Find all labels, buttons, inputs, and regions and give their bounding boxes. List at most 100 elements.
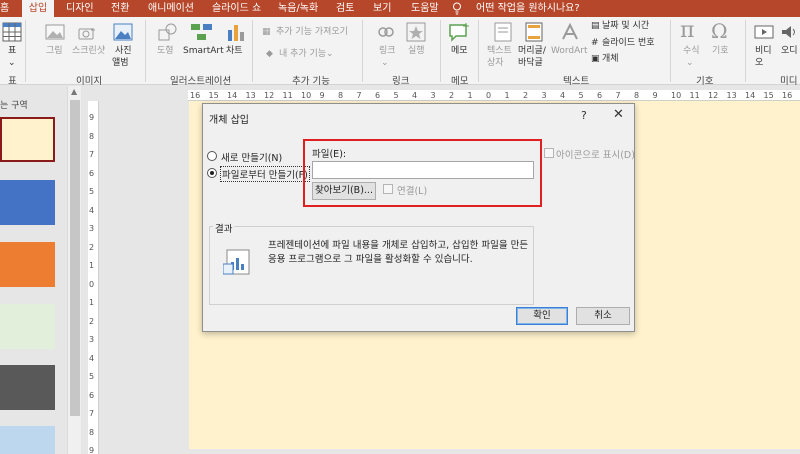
slide-thumbnail[interactable]	[0, 365, 55, 410]
radio-create-from-file-label[interactable]: 파일로부터 만들기(F)	[220, 166, 310, 182]
tab-home[interactable]: 홈	[0, 0, 18, 17]
ruler-tick-label: 8	[338, 91, 344, 100]
action-icon[interactable]	[406, 22, 426, 42]
tab-review[interactable]: 검토	[336, 0, 354, 17]
ruler-tick-label: 10	[671, 91, 682, 100]
my-addins-button[interactable]: 내 추가 기능	[279, 49, 326, 60]
ruler-tick-label: 1	[467, 91, 473, 100]
slide-number-button[interactable]: 슬라이드 번호	[602, 38, 655, 49]
tab-insert[interactable]: 삽입	[22, 0, 54, 17]
ruler-tick-label: 0	[486, 91, 492, 100]
radio-create-new-label[interactable]: 새로 만들기(N)	[221, 150, 282, 164]
slide-thumbnail[interactable]	[0, 117, 55, 162]
smartart-button[interactable]: SmartArt	[183, 46, 224, 57]
ruler-tick-label: 8	[89, 427, 95, 437]
tab-design[interactable]: 디자인	[66, 0, 94, 17]
object-button[interactable]: 개체	[602, 54, 619, 65]
slide-number-icon: #	[591, 38, 599, 48]
radio-create-from-file[interactable]	[207, 168, 217, 178]
header-footer-button-line2: 바닥글	[518, 58, 543, 68]
group-label-links: 링크	[392, 76, 410, 87]
shapes-icon[interactable]	[158, 23, 178, 41]
addin-icon: ◆	[266, 49, 273, 59]
ruler-tick-label: 9	[89, 446, 95, 454]
horizontal-ruler: 16 15 14 13 12 11 10 9 8 7 6 5 4 3 2 1 0 1 2 3 4 5 6 7 8 9 10 11 12 1…	[188, 90, 800, 101]
action-button[interactable]: 실행	[408, 46, 425, 57]
ruler-tick-label: 2	[89, 316, 95, 326]
link-button[interactable]: 링크	[379, 46, 396, 57]
wordart-button[interactable]: WordArt	[551, 46, 588, 57]
cancel-button[interactable]: 취소	[576, 307, 630, 325]
slide-thumbnail-panel: 는 구역	[0, 86, 67, 454]
comment-icon[interactable]	[448, 22, 470, 42]
ruler-tick-label: 8	[634, 91, 640, 100]
wordart-icon[interactable]	[560, 22, 580, 42]
group-label-illustrations: 일러스트레이션	[170, 76, 232, 87]
header-footer-button[interactable]: 머리글/	[518, 46, 546, 57]
dialog-title: 개체 삽입	[209, 115, 249, 126]
tab-slideshow[interactable]: 슬라이드 쇼	[212, 0, 261, 17]
ribbon: 표 ⌄ 표 그림 스크린샷 사진 앨범 이미지 도형 SmartArt 차트 일…	[0, 17, 800, 87]
display-as-icon-checkbox[interactable]	[544, 148, 554, 158]
ruler-tick-label: 0	[89, 279, 95, 289]
screenshot-icon[interactable]	[78, 25, 96, 41]
tell-me-search[interactable]: 어떤 작업을 원하시나요?	[476, 0, 580, 17]
symbol-icon[interactable]: Ω	[711, 19, 728, 43]
textbox-button[interactable]: 텍스트	[487, 46, 512, 57]
equation-button[interactable]: 수식	[683, 46, 700, 57]
get-addins-button[interactable]: 추가 기능 가져오기	[276, 27, 348, 38]
close-icon[interactable]: ✕	[613, 107, 624, 122]
tab-transitions[interactable]: 전환	[111, 0, 129, 17]
tab-help[interactable]: 도움말	[411, 0, 439, 17]
tab-view[interactable]: 보기	[373, 0, 391, 17]
screenshot-button[interactable]: 스크린샷	[72, 46, 105, 57]
textbox-icon[interactable]	[494, 22, 512, 42]
ruler-tick-label: 11	[689, 91, 700, 100]
ruler-tick-label: 1	[89, 298, 95, 307]
photo-album-button[interactable]: 사진	[115, 46, 132, 57]
slide-thumbnail[interactable]	[0, 426, 55, 454]
display-as-icon-label[interactable]: 아이콘으로 표시(D)	[556, 147, 635, 161]
datetime-button[interactable]: 날짜 및 시간	[602, 21, 649, 32]
slide-thumbnail[interactable]	[0, 180, 55, 225]
ruler-tick-label: 15	[208, 91, 219, 100]
scroll-up-icon[interactable]: ▲	[71, 87, 77, 96]
comment-button[interactable]: 메모	[451, 46, 468, 57]
picture-button[interactable]: 그림	[46, 46, 63, 57]
ruler-tick-label: 6	[597, 91, 603, 100]
symbol-button[interactable]: 기호	[712, 46, 729, 57]
picture-icon[interactable]	[45, 22, 65, 42]
textbox-button-line2: 상자	[487, 58, 504, 68]
insert-object-dialog: 개체 삽입 ? ✕ 새로 만들기(N) 파일로부터 만들기(F) 파일(E): …	[202, 103, 635, 332]
table-button[interactable]: 표	[8, 46, 16, 57]
ruler-tick-label: 4	[89, 353, 95, 363]
video-button[interactable]: 비디	[755, 46, 772, 57]
ok-button[interactable]: 확인	[516, 307, 568, 325]
photo-album-icon[interactable]	[112, 22, 134, 42]
table-icon[interactable]	[2, 22, 22, 42]
slide-thumbnail[interactable]	[0, 304, 55, 349]
section-label[interactable]: 는 구역	[0, 98, 28, 111]
radio-create-new[interactable]	[207, 151, 217, 161]
chart-button[interactable]: 차트	[226, 46, 243, 57]
result-title: 결과	[213, 221, 235, 235]
audio-button[interactable]: 오디	[781, 46, 798, 57]
datetime-icon: ▤	[591, 21, 600, 31]
smartart-icon[interactable]	[190, 22, 214, 42]
link-icon[interactable]	[376, 23, 396, 41]
audio-icon[interactable]	[780, 23, 798, 41]
shapes-button[interactable]: 도형	[157, 46, 174, 57]
header-footer-icon[interactable]	[525, 22, 543, 42]
group-divider	[440, 20, 441, 82]
help-button[interactable]: ?	[581, 109, 587, 122]
group-divider	[25, 20, 26, 82]
tab-recording[interactable]: 녹음/녹화	[278, 0, 318, 17]
chart-icon[interactable]	[226, 22, 246, 42]
thumbnail-scrollbar[interactable]: ▲	[67, 86, 81, 454]
equation-icon[interactable]: π	[680, 19, 694, 43]
video-button-line2: 오	[755, 58, 764, 68]
scrollbar-thumb[interactable]	[70, 100, 80, 416]
tab-animations[interactable]: 애니메이션	[148, 0, 194, 17]
slide-thumbnail[interactable]	[0, 242, 55, 287]
video-icon[interactable]	[754, 23, 774, 41]
